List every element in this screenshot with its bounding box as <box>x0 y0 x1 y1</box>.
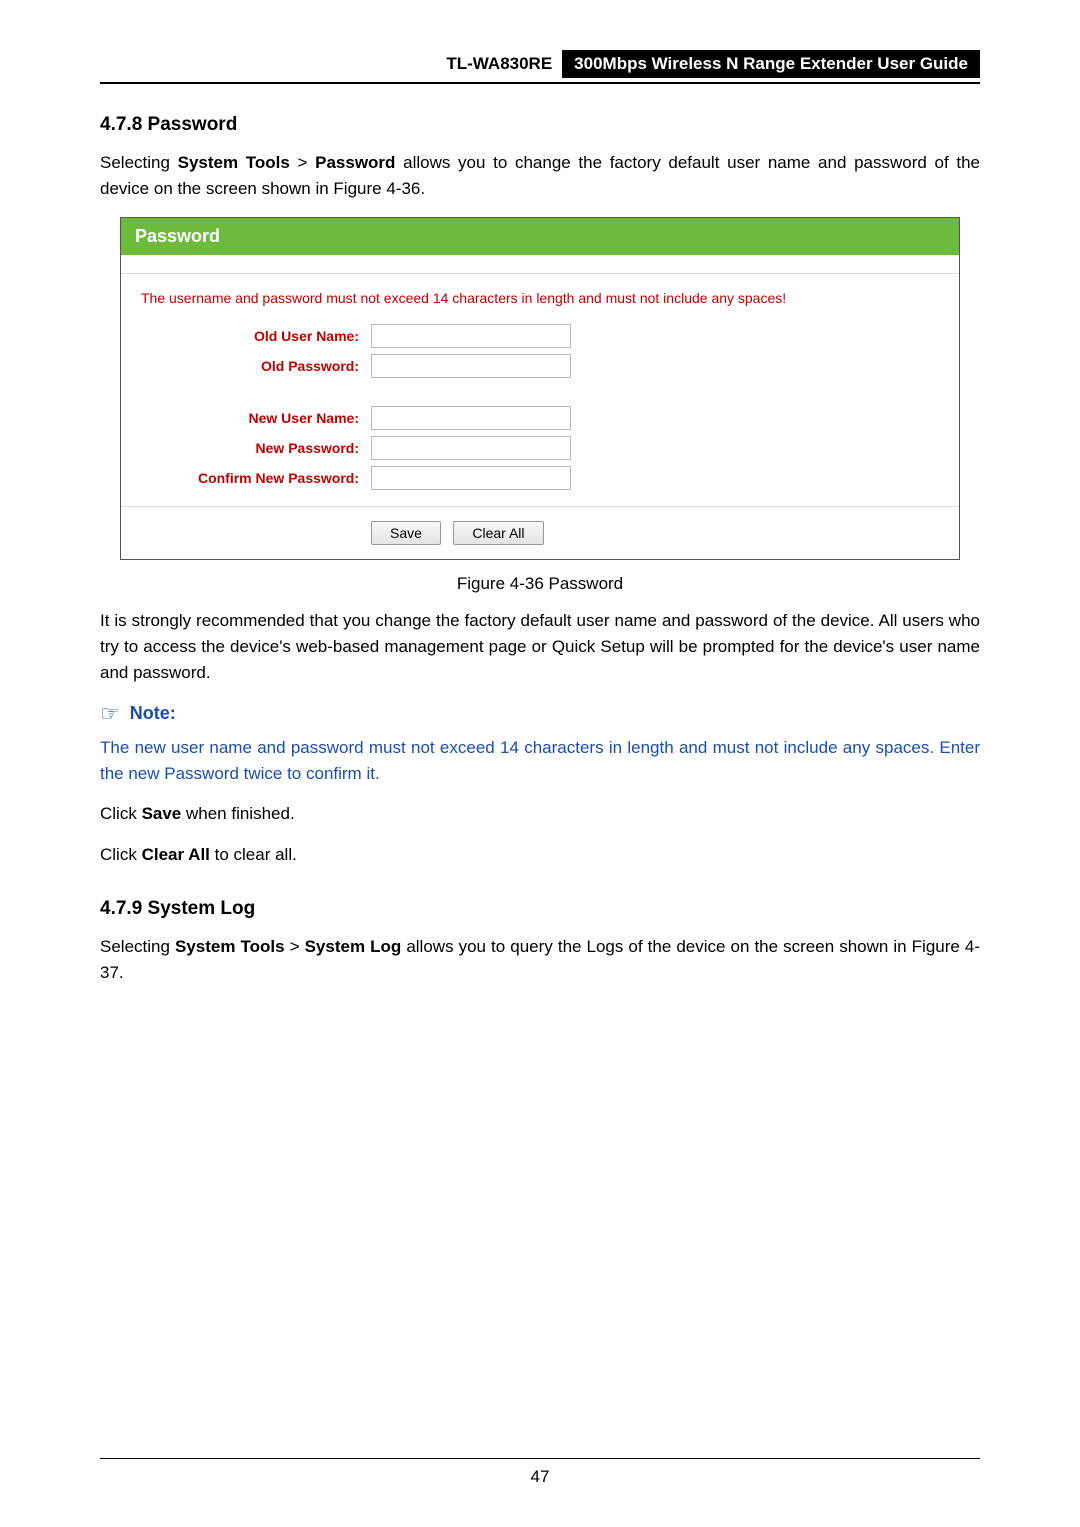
input-new-pass[interactable] <box>371 436 571 460</box>
text: > <box>290 153 315 172</box>
text: Selecting <box>100 153 178 172</box>
row-old-user: Old User Name: <box>121 324 959 348</box>
label-new-user: New User Name: <box>121 410 371 426</box>
text-bold: Clear All <box>142 845 210 864</box>
text: > <box>285 937 305 956</box>
click-save-text: Click Save when finished. <box>100 801 980 827</box>
row-new-user: New User Name: <box>121 406 959 430</box>
label-old-pass: Old Password: <box>121 358 371 374</box>
page-footer: 47 <box>100 1458 980 1487</box>
figure-password: Password The username and password must … <box>120 217 960 560</box>
text: Click <box>100 845 142 864</box>
click-clear-text: Click Clear All to clear all. <box>100 842 980 868</box>
note-label: Note: <box>130 703 176 724</box>
intro-paragraph-syslog: Selecting System Tools > System Log allo… <box>100 934 980 987</box>
row-old-pass: Old Password: <box>121 354 959 378</box>
text: to clear all. <box>210 845 297 864</box>
model-label: TL-WA830RE <box>446 54 562 73</box>
label-new-pass: New Password: <box>121 440 371 456</box>
note-header: ☞ Note: <box>100 701 980 727</box>
text-bold: Password <box>315 153 395 172</box>
button-row: Save Clear All <box>121 506 959 559</box>
text-bold: System Tools <box>175 937 285 956</box>
text-bold: System Tools <box>178 153 290 172</box>
label-old-user: Old User Name: <box>121 328 371 344</box>
input-old-pass[interactable] <box>371 354 571 378</box>
clear-all-button[interactable]: Clear All <box>453 521 543 545</box>
row-new-pass: New Password: <box>121 436 959 460</box>
page-number: 47 <box>531 1467 550 1486</box>
text: Selecting <box>100 937 175 956</box>
paragraph-recommend: It is strongly recommended that you chan… <box>100 608 980 687</box>
figure-caption: Figure 4-36 Password <box>100 574 980 594</box>
row-confirm-pass: Confirm New Password: <box>121 466 959 490</box>
note-text: The new user name and password must not … <box>100 735 980 788</box>
input-old-user[interactable] <box>371 324 571 348</box>
intro-paragraph-password: Selecting System Tools > Password allows… <box>100 150 980 203</box>
text: Click <box>100 804 142 823</box>
text: when finished. <box>181 804 294 823</box>
save-button[interactable]: Save <box>371 521 441 545</box>
figure-title: Password <box>121 218 959 255</box>
text-bold: System Log <box>305 937 402 956</box>
section-heading-password: 4.7.8 Password <box>100 114 980 136</box>
text-bold: Save <box>142 804 182 823</box>
page-header: TL-WA830RE300Mbps Wireless N Range Exten… <box>100 50 980 84</box>
guide-title: 300Mbps Wireless N Range Extender User G… <box>562 50 980 78</box>
input-confirm-pass[interactable] <box>371 466 571 490</box>
warning-text: The username and password must not excee… <box>121 273 959 324</box>
section-heading-syslog: 4.7.9 System Log <box>100 898 980 920</box>
pointing-hand-icon: ☞ <box>100 701 120 727</box>
label-confirm-pass: Confirm New Password: <box>121 470 371 486</box>
input-new-user[interactable] <box>371 406 571 430</box>
